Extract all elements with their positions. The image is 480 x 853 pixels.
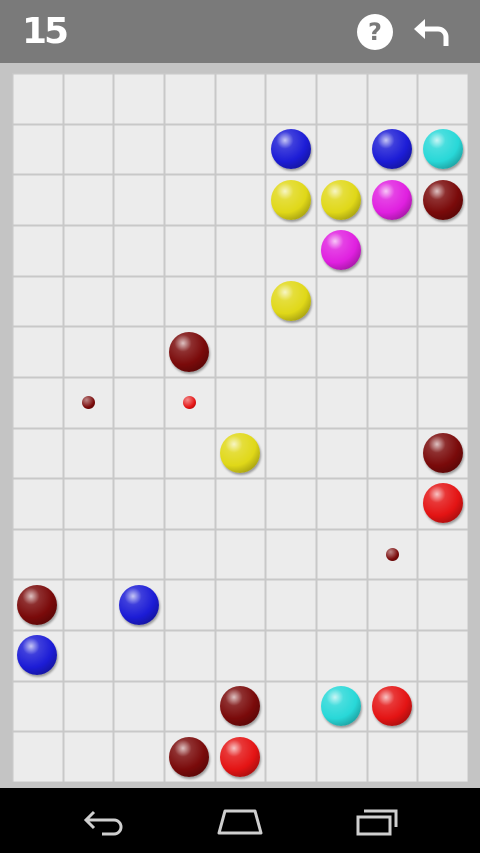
- ball-red[interactable]: [422, 483, 463, 524]
- next-ball-darkred: [81, 395, 95, 409]
- ball-darkred[interactable]: [169, 736, 210, 777]
- ball-darkred[interactable]: [169, 331, 210, 372]
- ball-yellow[interactable]: [220, 432, 260, 473]
- next-ball-red: [182, 395, 196, 409]
- ball-cyan[interactable]: [422, 128, 463, 169]
- score-counter: 15: [22, 11, 69, 52]
- home-icon: [217, 809, 263, 835]
- nav-back-button[interactable]: [78, 806, 128, 836]
- nav-recents-button[interactable]: [352, 806, 402, 836]
- help-button[interactable]: ?: [357, 14, 393, 50]
- ball-blue[interactable]: [118, 584, 159, 625]
- nav-home-button[interactable]: [215, 806, 265, 836]
- board-grid: [12, 73, 468, 782]
- next-ball-darkred: [385, 547, 399, 561]
- ball-darkred[interactable]: [220, 686, 260, 727]
- top-bar: 15 ?: [0, 0, 480, 63]
- undo-button[interactable]: [412, 14, 452, 50]
- ball-darkred[interactable]: [17, 584, 58, 625]
- ball-magenta[interactable]: [372, 179, 412, 220]
- ball-darkred[interactable]: [422, 432, 463, 473]
- ball-red[interactable]: [220, 736, 260, 777]
- ball-yellow[interactable]: [270, 280, 311, 321]
- ball-yellow[interactable]: [270, 179, 311, 220]
- game-board[interactable]: [12, 73, 468, 782]
- ball-yellow[interactable]: [321, 179, 362, 220]
- recent-apps-icon: [356, 809, 398, 836]
- android-nav-bar: [0, 788, 480, 853]
- ball-blue[interactable]: [372, 128, 412, 169]
- ball-red[interactable]: [372, 686, 412, 727]
- ball-darkred[interactable]: [422, 179, 463, 220]
- back-arrow-icon: [83, 810, 123, 836]
- ball-blue[interactable]: [270, 128, 311, 169]
- undo-arrow-icon: [414, 19, 449, 46]
